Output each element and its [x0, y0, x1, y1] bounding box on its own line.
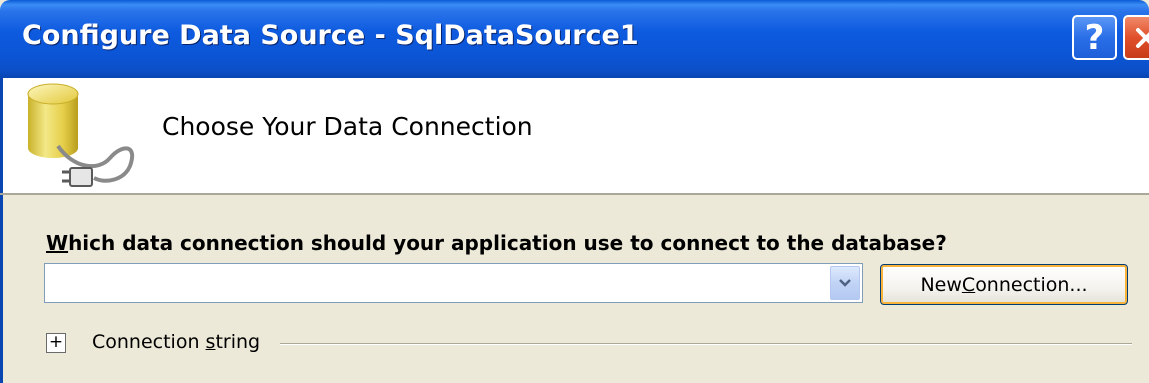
- access-key-s: s: [205, 331, 216, 353]
- connection-string-label-a: Connection: [92, 331, 206, 353]
- help-icon: ?: [1084, 17, 1105, 58]
- data-connection-select[interactable]: [44, 263, 863, 303]
- configure-data-source-dialog: Configure Data Source - SqlDataSource1 ?: [0, 0, 1149, 383]
- dropdown-button[interactable]: [830, 266, 860, 300]
- access-key-c: C: [961, 273, 976, 296]
- expand-plus-icon[interactable]: +: [46, 333, 66, 353]
- database-plug-icon: [18, 80, 148, 197]
- connection-string-divider: [280, 343, 1132, 345]
- close-icon: [1135, 27, 1149, 48]
- connection-string-label-b: tring: [215, 331, 261, 353]
- chevron-down-icon: [839, 279, 851, 287]
- new-connection-label-b: onnection...: [975, 273, 1088, 296]
- page-title: Choose Your Data Connection: [162, 112, 533, 141]
- connection-question-label: Which data connection should your applic…: [46, 231, 947, 255]
- window-title: Configure Data Source - SqlDataSource1: [22, 20, 639, 51]
- connection-string-label[interactable]: Connection string: [92, 331, 260, 353]
- access-key-w: W: [46, 231, 69, 255]
- connection-question-text: hich data connection should your applica…: [68, 231, 947, 255]
- new-connection-label-a: New: [920, 273, 962, 296]
- title-bar[interactable]: Configure Data Source - SqlDataSource1 ?: [0, 0, 1149, 78]
- close-button[interactable]: [1123, 15, 1149, 60]
- help-button[interactable]: ?: [1072, 15, 1117, 60]
- new-connection-button[interactable]: New Connection...: [880, 264, 1128, 305]
